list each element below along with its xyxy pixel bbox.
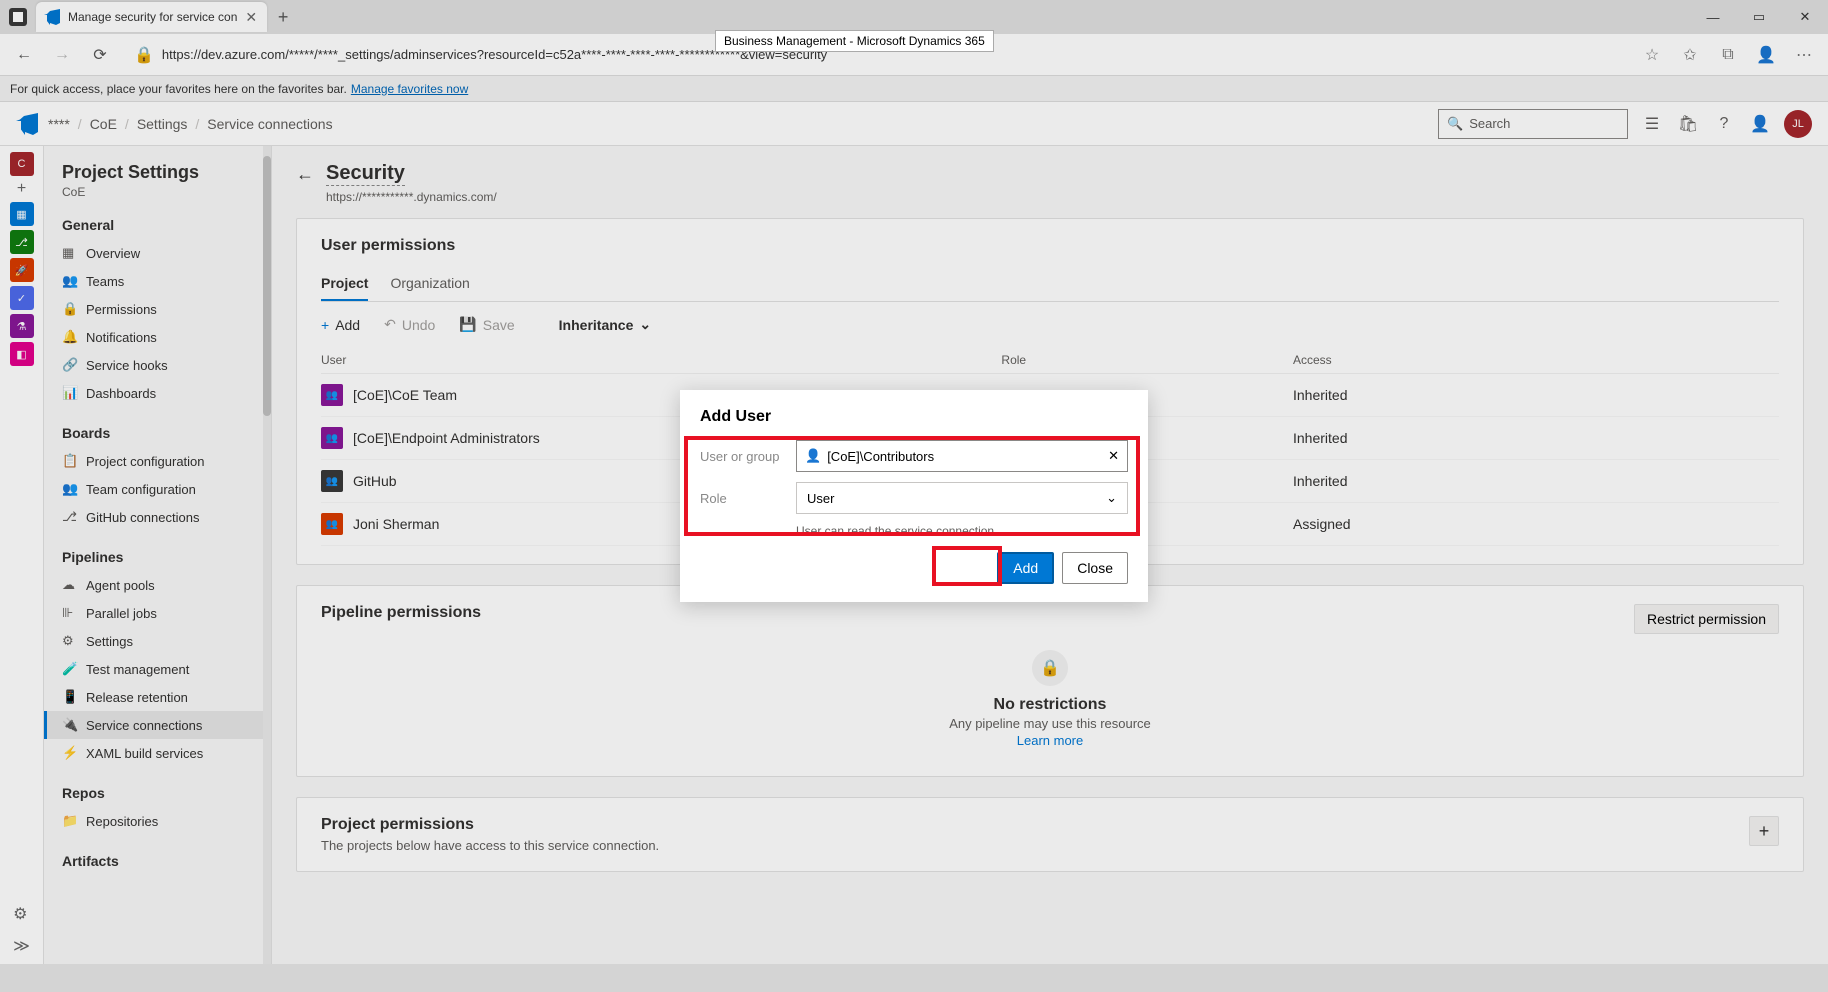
add-user-modal: Add User User or group 👤 [CoE]\Contribut… [680,390,1148,602]
chevron-down-icon: ⌄ [1106,490,1117,506]
user-group-label: User or group [700,449,796,464]
clear-icon[interactable]: ✕ [1108,448,1119,464]
role-help-text: User can read the service connection. [796,524,1128,538]
role-select[interactable]: User ⌄ [796,482,1128,514]
user-group-input[interactable]: 👤 [CoE]\Contributors ✕ [796,440,1128,472]
modal-close-button[interactable]: Close [1062,552,1128,584]
hover-tooltip: Business Management - Microsoft Dynamics… [715,30,994,52]
modal-add-button[interactable]: Add [997,552,1054,584]
person-icon: 👤 [805,448,821,464]
role-label: Role [700,491,796,506]
modal-title: Add User [700,408,1128,426]
